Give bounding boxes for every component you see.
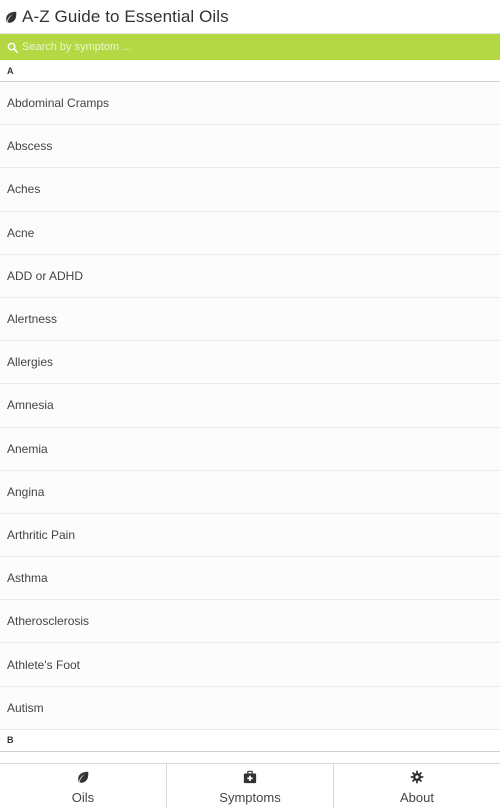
list-item[interactable]: Angina bbox=[0, 470, 500, 514]
search-bar bbox=[0, 34, 500, 60]
list-item[interactable]: Athlete's Foot bbox=[0, 643, 500, 687]
tab-symptoms[interactable]: Symptoms bbox=[167, 764, 334, 808]
list-item[interactable]: Allergies bbox=[0, 341, 500, 385]
list-item[interactable]: Autism bbox=[0, 686, 500, 730]
app-title: A-Z Guide to Essential Oils bbox=[22, 6, 229, 26]
list-item[interactable]: Abscess bbox=[0, 125, 500, 169]
search-icon bbox=[7, 42, 18, 53]
list-item[interactable]: Anemia bbox=[0, 427, 500, 471]
leaf-icon bbox=[78, 771, 89, 783]
list-item[interactable]: Aches bbox=[0, 168, 500, 212]
list-item[interactable]: Arthritic Pain bbox=[0, 513, 500, 558]
bottom-tab-bar: Oils Symptoms About bbox=[0, 763, 500, 808]
leaf-icon bbox=[6, 11, 17, 23]
tab-symptoms-label: Symptoms bbox=[219, 789, 281, 805]
app: A-Z Guide to Essential Oils A Abdominal … bbox=[0, 0, 500, 808]
first-aid-kit-icon bbox=[243, 770, 257, 783]
tab-about-label: About bbox=[400, 789, 434, 805]
list-item[interactable]: Asthma bbox=[0, 557, 500, 601]
list-item[interactable]: Atherosclerosis bbox=[0, 600, 500, 644]
tab-oils-label: Oils bbox=[71, 789, 95, 805]
list-item[interactable]: ADD or ADHD bbox=[0, 254, 500, 298]
list-item[interactable]: Alertness bbox=[0, 297, 500, 342]
app-header: A-Z Guide to Essential Oils bbox=[0, 0, 500, 34]
search-input[interactable] bbox=[22, 37, 462, 57]
tab-about[interactable]: About bbox=[334, 764, 500, 808]
list-item[interactable]: Amnesia bbox=[0, 384, 500, 428]
list-item[interactable]: Acne bbox=[0, 211, 500, 255]
gear-icon bbox=[410, 770, 424, 783]
symptom-list: A Abdominal Cramps Abscess Aches Acne AD… bbox=[0, 60, 500, 763]
section-header-b: B bbox=[0, 729, 500, 752]
list-item[interactable]: Abdominal Cramps bbox=[0, 82, 500, 126]
section-header-a: A bbox=[0, 60, 500, 82]
tab-oils[interactable]: Oils bbox=[0, 764, 167, 808]
